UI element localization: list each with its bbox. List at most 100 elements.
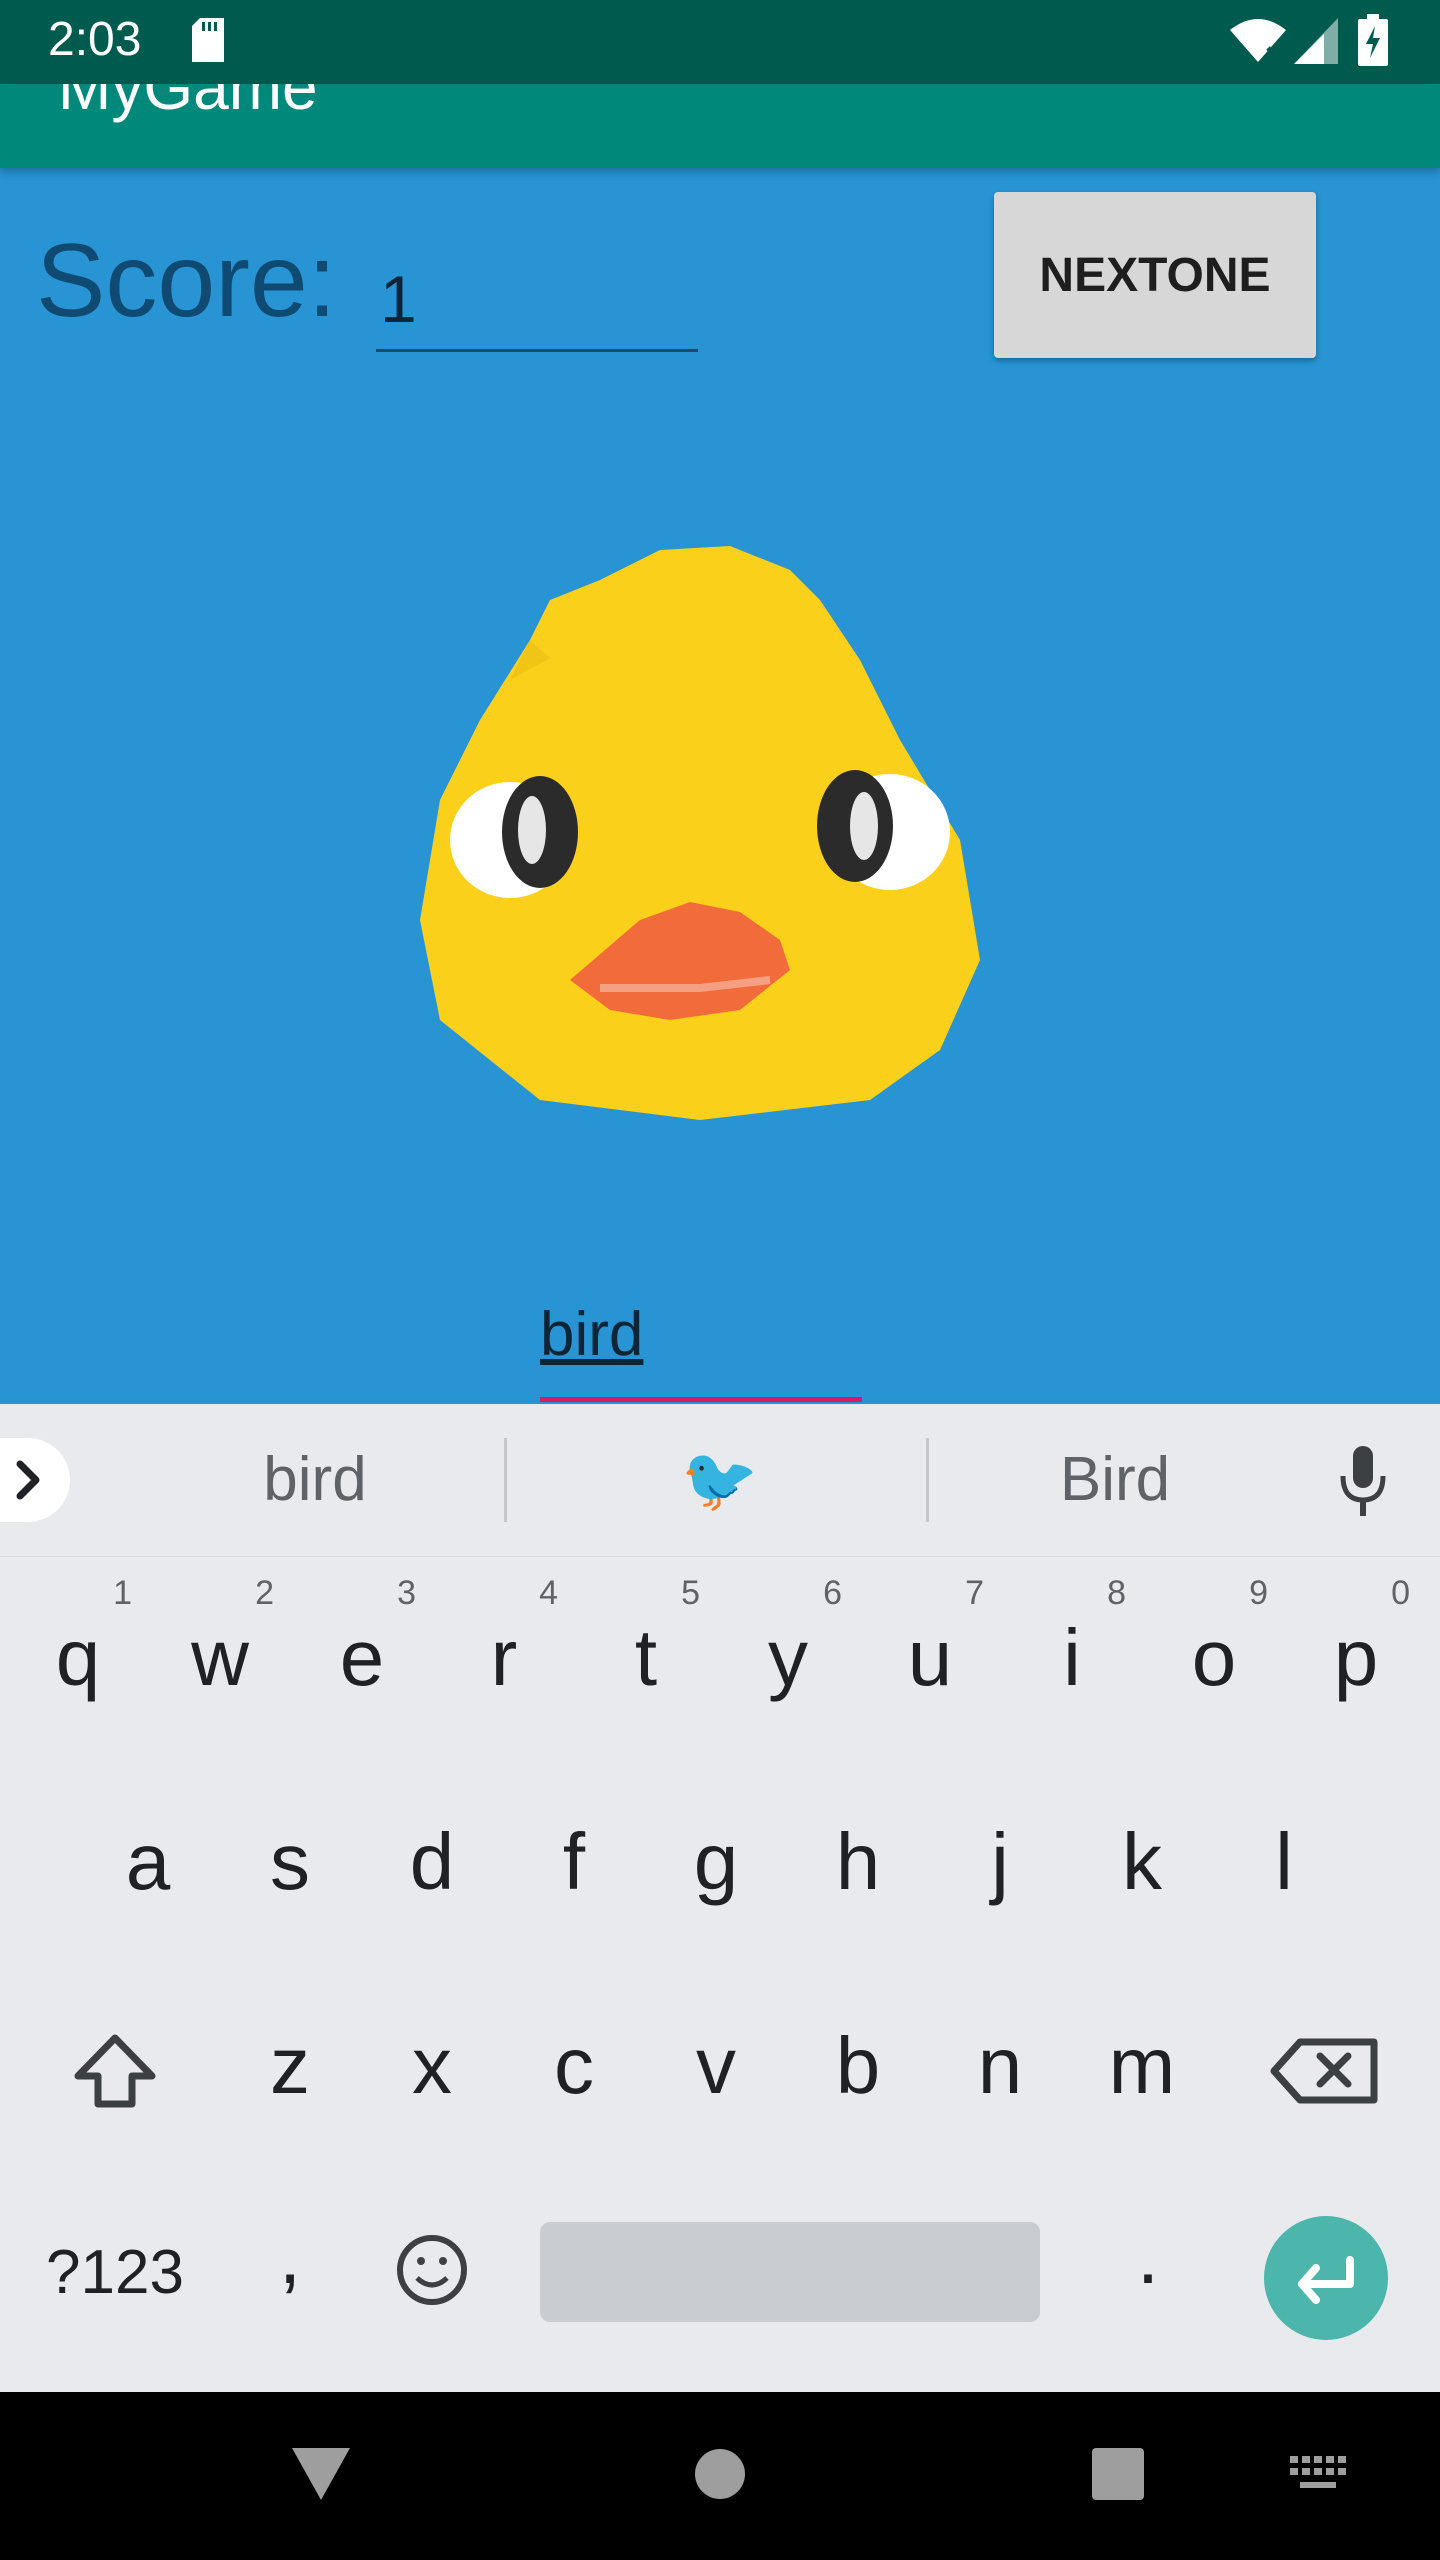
status-time: 2:03 bbox=[48, 13, 142, 66]
key-label: m bbox=[1108, 2021, 1176, 2110]
next-one-button[interactable]: NEXTONE bbox=[994, 192, 1316, 358]
wifi-icon bbox=[1230, 19, 1286, 62]
key-v[interactable]: v bbox=[646, 1964, 786, 2154]
backspace-key[interactable] bbox=[1250, 1964, 1400, 2154]
battery-charging-icon bbox=[1358, 14, 1388, 66]
key-hint: 1 bbox=[113, 1574, 132, 1612]
key-hint: 2 bbox=[255, 1574, 274, 1612]
key-hint: 7 bbox=[965, 1574, 984, 1612]
suggestion-3[interactable]: Bird bbox=[990, 1444, 1240, 1515]
key-label: h bbox=[835, 1817, 881, 1906]
key-hint: 4 bbox=[539, 1574, 558, 1612]
key-label: l bbox=[1275, 1817, 1293, 1906]
key-label: , bbox=[278, 2211, 302, 2300]
key-y[interactable]: 6y bbox=[718, 1556, 858, 1746]
period-key[interactable]: . bbox=[1078, 2168, 1218, 2358]
key-z[interactable]: z bbox=[220, 1964, 360, 2154]
key-label: b bbox=[835, 2021, 881, 2110]
key-q[interactable]: 1q bbox=[8, 1556, 148, 1746]
cell-signal-icon bbox=[1294, 18, 1338, 64]
recents-icon[interactable] bbox=[1092, 2448, 1144, 2500]
suggestion-divider bbox=[504, 1438, 507, 1522]
app-title: MyGame bbox=[58, 84, 318, 123]
key-h[interactable]: h bbox=[788, 1760, 928, 1950]
enter-key[interactable] bbox=[1264, 2216, 1388, 2340]
key-label: n bbox=[977, 2021, 1023, 2110]
key-label: c bbox=[554, 2021, 594, 2110]
key-l[interactable]: l bbox=[1214, 1760, 1354, 1950]
answer-field[interactable] bbox=[540, 1272, 862, 1402]
key-label: e bbox=[339, 1613, 385, 1702]
key-label: ?123 bbox=[46, 2238, 184, 2307]
key-label: g bbox=[693, 1817, 739, 1906]
key-w[interactable]: 2w bbox=[150, 1556, 290, 1746]
key-label: w bbox=[191, 1613, 249, 1702]
space-key[interactable] bbox=[540, 2222, 1040, 2322]
key-label: s bbox=[270, 1817, 310, 1906]
key-hint: 0 bbox=[1391, 1574, 1410, 1612]
status-bar: 2:03 bbox=[0, 0, 1440, 84]
key-hint: 6 bbox=[823, 1574, 842, 1612]
expand-suggestions-button[interactable] bbox=[0, 1438, 70, 1522]
key-hint: 8 bbox=[1107, 1574, 1126, 1612]
key-g[interactable]: g bbox=[646, 1760, 786, 1950]
back-icon[interactable] bbox=[290, 2446, 352, 2502]
key-label: . bbox=[1136, 2211, 1160, 2300]
key-x[interactable]: x bbox=[362, 1964, 502, 2154]
symbols-key[interactable]: ?123 bbox=[20, 2168, 210, 2358]
key-label: x bbox=[412, 2021, 452, 2110]
comma-key[interactable]: , bbox=[220, 2168, 360, 2358]
key-u[interactable]: 7u bbox=[860, 1556, 1000, 1746]
key-d[interactable]: d bbox=[362, 1760, 502, 1950]
backspace-icon bbox=[1270, 2038, 1378, 2104]
keyboard: bird 🐦 Bird 1q 2w 3e 4r 5t 6y 7u 8i 9o 0… bbox=[0, 1404, 1440, 2392]
key-m[interactable]: m bbox=[1072, 1964, 1212, 2154]
key-hint: 9 bbox=[1249, 1574, 1268, 1612]
key-label: r bbox=[490, 1613, 518, 1702]
key-k[interactable]: k bbox=[1072, 1760, 1212, 1950]
key-label: f bbox=[562, 1817, 586, 1906]
key-label: a bbox=[125, 1817, 171, 1906]
emoji-key[interactable] bbox=[362, 2168, 502, 2358]
key-c[interactable]: c bbox=[504, 1964, 644, 2154]
emoji-icon bbox=[397, 2235, 467, 2305]
key-s[interactable]: s bbox=[220, 1760, 360, 1950]
key-label: q bbox=[55, 1613, 101, 1702]
key-a[interactable]: a bbox=[78, 1760, 218, 1950]
key-o[interactable]: 9o bbox=[1144, 1556, 1284, 1746]
key-label: u bbox=[907, 1613, 953, 1702]
key-label: v bbox=[696, 2021, 736, 2110]
key-r[interactable]: 4r bbox=[434, 1556, 574, 1746]
key-label: t bbox=[634, 1613, 658, 1702]
enter-icon bbox=[1298, 2256, 1354, 2304]
microphone-icon[interactable] bbox=[1338, 1446, 1388, 1516]
key-p[interactable]: 0p bbox=[1286, 1556, 1426, 1746]
app-bar: MyGame bbox=[0, 84, 1440, 168]
key-j[interactable]: j bbox=[930, 1760, 1070, 1950]
sd-card-icon bbox=[192, 18, 224, 62]
key-t[interactable]: 5t bbox=[576, 1556, 716, 1746]
suggestion-bar: bird 🐦 Bird bbox=[0, 1404, 1440, 1557]
key-label: p bbox=[1333, 1613, 1379, 1702]
key-i[interactable]: 8i bbox=[1002, 1556, 1142, 1746]
key-f[interactable]: f bbox=[504, 1760, 644, 1950]
key-label: i bbox=[1063, 1613, 1081, 1702]
score-field[interactable] bbox=[376, 248, 698, 352]
key-label: o bbox=[1191, 1613, 1237, 1702]
suggestion-1[interactable]: bird bbox=[190, 1444, 440, 1515]
key-label: y bbox=[768, 1613, 808, 1702]
key-e[interactable]: 3e bbox=[292, 1556, 432, 1746]
home-icon[interactable] bbox=[694, 2448, 746, 2500]
chevron-right-icon bbox=[16, 1460, 40, 1500]
key-hint: 5 bbox=[681, 1574, 700, 1612]
shift-icon bbox=[74, 2034, 156, 2108]
key-label: d bbox=[409, 1817, 455, 1906]
key-hint: 3 bbox=[397, 1574, 416, 1612]
keyboard-switch-icon[interactable] bbox=[1290, 2456, 1346, 2492]
key-n[interactable]: n bbox=[930, 1964, 1070, 2154]
key-label: z bbox=[270, 2021, 310, 2110]
score-label: Score: bbox=[36, 223, 337, 339]
key-b[interactable]: b bbox=[788, 1964, 928, 2154]
suggestion-2-emoji[interactable]: 🐦 bbox=[600, 1444, 840, 1517]
shift-key[interactable] bbox=[40, 1964, 190, 2154]
